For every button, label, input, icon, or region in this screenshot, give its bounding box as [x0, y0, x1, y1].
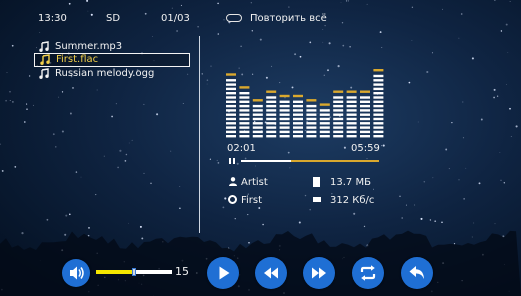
duration-time: 05:59 [351, 143, 380, 154]
progress-fill [241, 160, 291, 162]
elapsed-time: 02:01 [227, 143, 256, 154]
rewind-icon [264, 267, 278, 279]
equalizer-peak [306, 99, 317, 102]
progress-bar[interactable] [241, 160, 379, 162]
equalizer-bar [360, 90, 370, 138]
equalizer-peak [319, 103, 330, 106]
file-icon [313, 177, 320, 187]
bitrate-icon [313, 197, 321, 202]
person-icon [229, 177, 237, 186]
equalizer-bar [346, 90, 357, 138]
album-disc-icon [228, 195, 237, 204]
volume-slider[interactable] [96, 268, 172, 276]
fast-forward-icon [312, 267, 326, 279]
repeat-icon [360, 265, 376, 281]
equalizer-peak [226, 73, 236, 76]
play-icon [219, 266, 230, 280]
equalizer-peak [266, 90, 277, 93]
file-size: 13.7 МБ [330, 177, 371, 188]
equalizer-bar [333, 90, 344, 138]
equalizer-bar [306, 99, 317, 138]
equalizer-peak [333, 90, 344, 93]
pause-icon[interactable] [229, 158, 235, 164]
equalizer-bar [373, 69, 384, 138]
equalizer-visualizer [226, 69, 384, 138]
fast-forward-button[interactable] [303, 257, 335, 289]
album-name: First [241, 195, 263, 206]
play-button[interactable] [207, 257, 239, 289]
bitrate: 312 Кб/с [330, 195, 375, 206]
artist-name: Artist [241, 177, 268, 188]
volume-value: 15 [175, 265, 189, 278]
speaker-icon [70, 266, 84, 280]
volume-fill [96, 270, 134, 274]
equalizer-bar [319, 103, 330, 138]
equalizer-bar [293, 94, 303, 138]
volume-slider-thumb[interactable] [132, 268, 136, 276]
equalizer-peak [346, 90, 357, 93]
equalizer-peak [373, 69, 384, 72]
equalizer-bar [226, 73, 236, 138]
rewind-button[interactable] [255, 257, 287, 289]
back-button[interactable] [401, 257, 433, 289]
equalizer-peak [279, 94, 290, 98]
equalizer-bar [252, 99, 263, 138]
equalizer-peak [252, 99, 263, 102]
equalizer-bar [279, 94, 290, 138]
equalizer-bar [266, 90, 277, 138]
repeat-button[interactable] [352, 257, 384, 289]
media-player-screen: 13:30 SD 01/03 Повторить всё Summer.mp3 F… [0, 0, 521, 296]
equalizer-peak [360, 90, 370, 93]
equalizer-peak [293, 94, 303, 98]
equalizer-bar [239, 86, 250, 138]
equalizer-peak [239, 86, 250, 89]
back-arrow-icon [409, 266, 424, 279]
volume-button[interactable] [62, 259, 90, 287]
